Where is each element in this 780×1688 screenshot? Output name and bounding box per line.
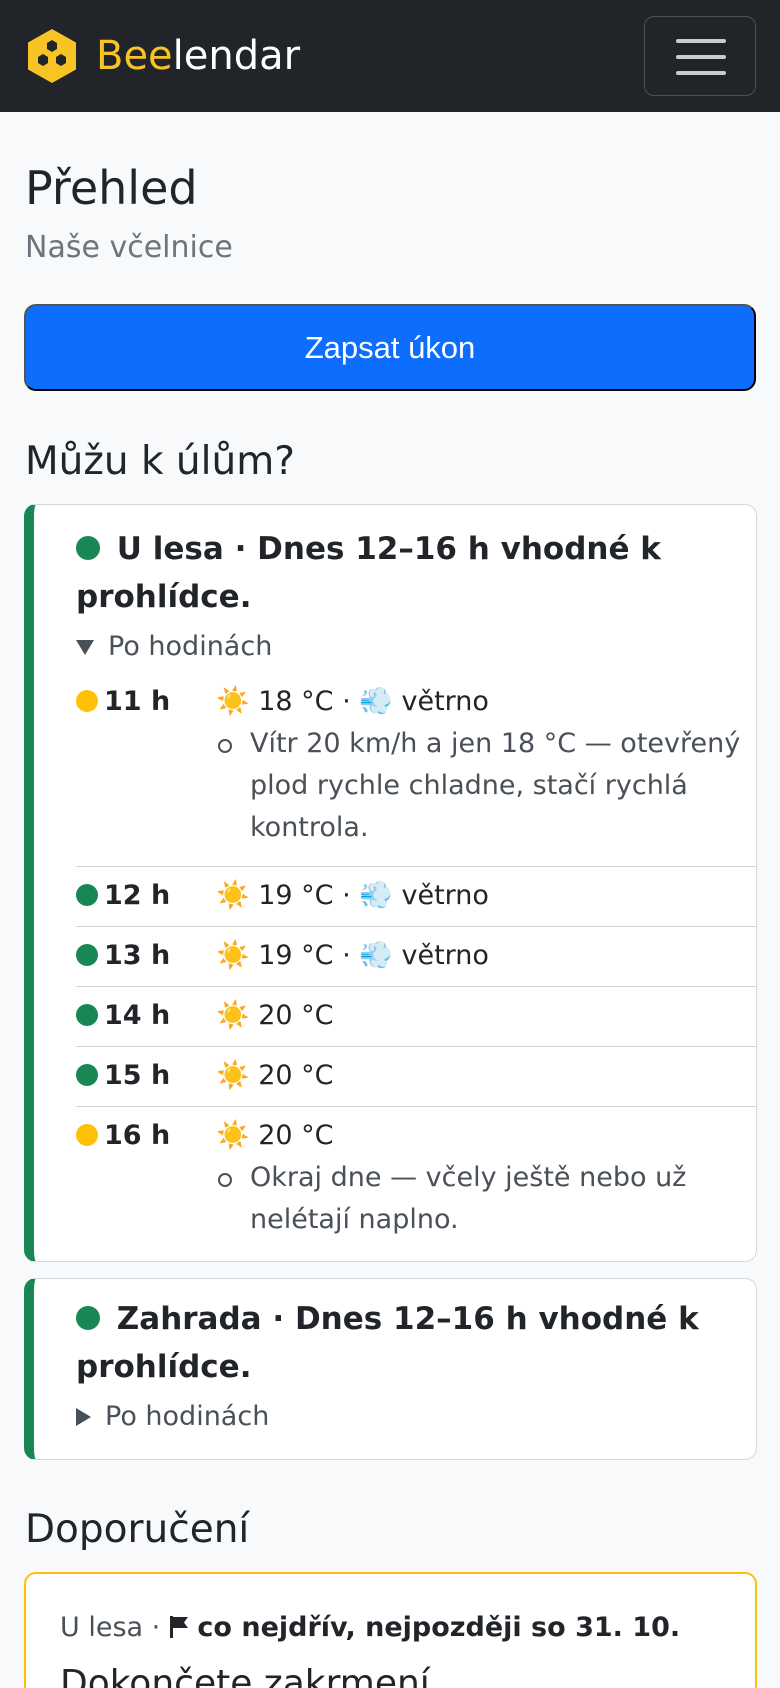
hour-row-14: 14 h ☀️ 20 °C: [76, 987, 756, 1047]
hour-note: Vítr 20 km/h a jen 18 °C — otevřený plod…: [216, 723, 756, 849]
hour-forecast: ☀️ 20 °C: [216, 995, 334, 1037]
hour-label: 14 h: [76, 995, 170, 1037]
hamburger-menu-icon: [676, 39, 726, 43]
recommendation-meta: U lesa · co nejdřív, nejpozději so 31. 1…: [60, 1610, 680, 1646]
navbar: Beelendar: [0, 0, 780, 112]
weather-section-title: Můžu k úlům?: [25, 439, 295, 484]
status-dot-icon: [76, 884, 98, 906]
status-dot-icon: [76, 944, 98, 966]
hour-row-15: 15 h ☀️ 20 °C: [76, 1047, 756, 1107]
location-card-zahrada: Zahrada · Dnes 12–16 h vhodné k prohlídc…: [24, 1278, 757, 1460]
honeycomb-icon: [28, 29, 76, 83]
recommendation-title: Dokončete zakrmení: [60, 1663, 430, 1688]
location-heading-line2: prohlídce.: [76, 1349, 252, 1385]
hour-notes: Okraj dne — včely ještě nebo už nelétají…: [216, 1157, 756, 1241]
hour-row-13: 13 h ☀️ 19 °C · 💨 větrno: [76, 927, 756, 987]
hour-note: Okraj dne — včely ještě nebo už nelétají…: [216, 1157, 756, 1241]
hour-forecast: ☀️ 20 °C: [216, 1055, 334, 1097]
hourly-toggle-label: Po hodinách: [105, 1401, 270, 1432]
recommendations-section-title: Doporučení: [25, 1507, 250, 1552]
location-heading-line1: U lesa · Dnes 12–16 h vhodné k: [116, 531, 661, 567]
forecast-text: 20 °C: [258, 1000, 334, 1031]
hourly-toggle-label: Po hodinách: [108, 631, 273, 662]
caret-right-icon: [76, 1408, 91, 1426]
hour-label: 16 h: [76, 1115, 170, 1157]
meta-separator: ·: [143, 1612, 169, 1643]
forecast-text: 20 °C: [258, 1120, 334, 1151]
status-dot-icon: [76, 690, 98, 712]
wind-text: větrno: [401, 686, 489, 717]
status-dot-icon: [76, 1004, 98, 1026]
brand-name-accent: Bee: [96, 33, 173, 79]
forecast-text: 18 °C ·: [258, 686, 360, 717]
location-heading: U lesa · Dnes 12–16 h vhodné k prohlídce…: [76, 525, 726, 621]
hour-label: 15 h: [76, 1055, 170, 1097]
hamburger-menu-icon-bar: [676, 55, 726, 59]
flag-icon: [169, 1616, 188, 1638]
location-heading: Zahrada · Dnes 12–16 h vhodné k prohlídc…: [76, 1295, 726, 1391]
sun-icon: ☀️: [216, 1000, 250, 1031]
brand-name: Beelendar: [96, 36, 300, 76]
sun-icon: ☀️: [216, 1060, 250, 1091]
wind-text: větrno: [401, 940, 489, 971]
status-dot-icon: [76, 1306, 100, 1330]
hour-text: 14 h: [104, 1000, 171, 1031]
forecast-text: 19 °C ·: [258, 940, 360, 971]
hour-label: 12 h: [76, 875, 170, 917]
sun-icon: ☀️: [216, 880, 250, 911]
sun-icon: ☀️: [216, 686, 250, 717]
status-dot-icon: [76, 1064, 98, 1086]
log-action-button[interactable]: Zapsat úkon: [24, 304, 756, 391]
brand-name-rest: lendar: [172, 33, 301, 79]
hour-row-12: 12 h ☀️ 19 °C · 💨 větrno: [76, 867, 756, 927]
status-dot-icon: [76, 1124, 98, 1146]
hourly-toggle[interactable]: Po hodinách: [76, 629, 272, 665]
recommendation-card[interactable]: U lesa · co nejdřív, nejpozději so 31. 1…: [24, 1572, 757, 1688]
hour-forecast: ☀️ 20 °C: [216, 1115, 334, 1157]
recommendation-location: U lesa: [60, 1612, 144, 1643]
forecast-text: 19 °C ·: [258, 880, 360, 911]
forecast-text: 20 °C: [258, 1060, 334, 1091]
hour-forecast: ☀️ 19 °C · 💨 větrno: [216, 875, 489, 917]
wind-icon: 💨: [359, 940, 393, 971]
hour-label: 13 h: [76, 935, 170, 977]
sun-icon: ☀️: [216, 1120, 250, 1151]
brand-link[interactable]: Beelendar: [26, 26, 300, 86]
location-heading-line2: prohlídce.: [76, 579, 252, 615]
hourly-toggle[interactable]: Po hodinách: [76, 1399, 269, 1435]
recommendation-deadline: co nejdřív, nejpozději so 31. 10.: [197, 1612, 681, 1643]
caret-down-icon: [76, 639, 94, 655]
location-heading-line1: Zahrada · Dnes 12–16 h vhodné k: [116, 1301, 699, 1337]
hour-text: 12 h: [104, 880, 171, 911]
hamburger-menu-icon-bar: [676, 71, 726, 75]
hour-text: 15 h: [104, 1060, 171, 1091]
hour-row-11: 11 h ☀️ 18 °C · 💨 větrno Vítr 20 km/h a …: [76, 681, 756, 867]
wind-icon: 💨: [359, 686, 393, 717]
page-title: Přehled: [25, 161, 198, 215]
location-card-u-lesa: U lesa · Dnes 12–16 h vhodné k prohlídce…: [24, 504, 757, 1262]
wind-icon: 💨: [359, 880, 393, 911]
wind-text: větrno: [401, 880, 489, 911]
hour-forecast: ☀️ 19 °C · 💨 větrno: [216, 935, 489, 977]
menu-toggle-button[interactable]: [644, 16, 756, 96]
sun-icon: ☀️: [216, 940, 250, 971]
status-dot-icon: [76, 536, 100, 560]
page-subtitle: Naše včelnice: [25, 230, 233, 265]
hour-text: 13 h: [104, 940, 171, 971]
hour-text: 16 h: [104, 1120, 171, 1151]
hour-row-16: 16 h ☀️ 20 °C Okraj dne — včely ještě ne…: [76, 1107, 756, 1247]
hour-forecast: ☀️ 18 °C · 💨 větrno: [216, 681, 489, 723]
hour-text: 11 h: [104, 686, 171, 717]
hour-notes: Vítr 20 km/h a jen 18 °C — otevřený plod…: [216, 723, 756, 849]
hour-label: 11 h: [76, 681, 170, 723]
